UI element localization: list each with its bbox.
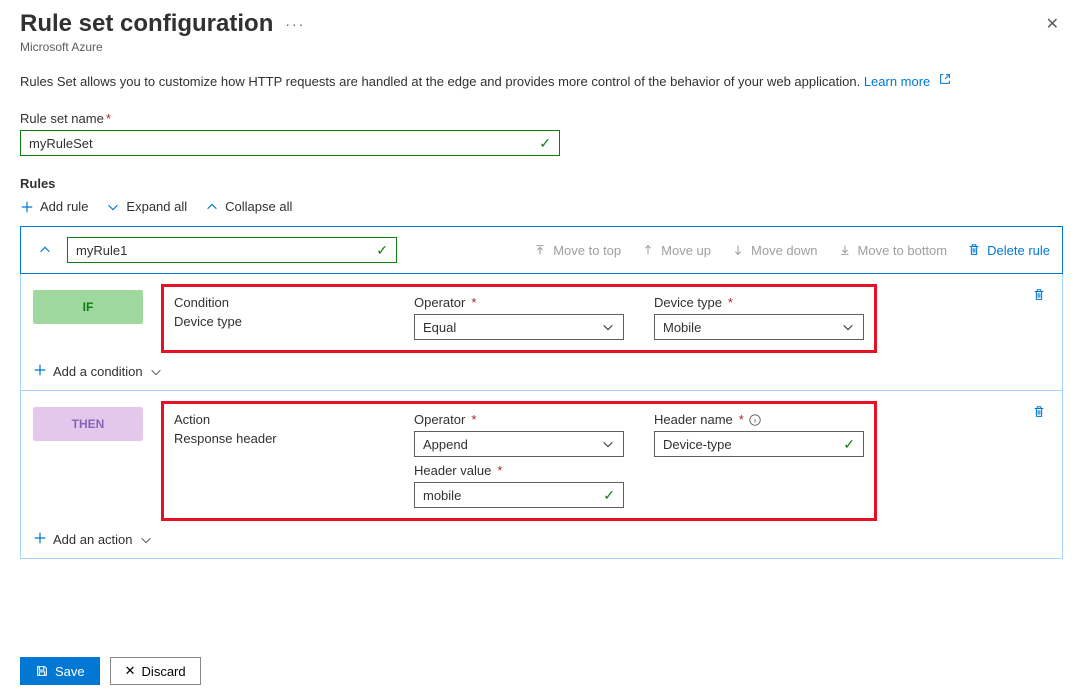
- operator-label: Operator*: [414, 295, 624, 310]
- delete-rule-button[interactable]: Delete rule: [967, 243, 1050, 258]
- condition-highlight: Condition Device type Operator* Equal De…: [161, 284, 877, 353]
- footer-buttons: Save ✕ Discard: [20, 657, 201, 685]
- plus-icon: [20, 200, 34, 214]
- discard-button[interactable]: ✕ Discard: [110, 657, 201, 685]
- rules-heading: Rules: [20, 176, 1063, 191]
- rules-toolbar: Add rule Expand all Collapse all: [20, 199, 1063, 214]
- then-operator-label: Operator*: [414, 412, 624, 427]
- rule-card: myRule1 ✓ Move to top Move up Move down …: [20, 226, 1063, 274]
- checkmark-icon: ✓: [843, 436, 855, 453]
- learn-more-link[interactable]: Learn more: [864, 74, 952, 89]
- move-to-top-button[interactable]: Move to top: [533, 243, 621, 258]
- page-subtitle: Microsoft Azure: [20, 40, 305, 54]
- move-down-button[interactable]: Move down: [731, 243, 817, 258]
- header-value-label: Header value*: [414, 463, 624, 478]
- operator-dropdown[interactable]: Equal: [414, 314, 624, 340]
- chevron-down-icon: [106, 200, 120, 214]
- header-name-label: Header name*: [654, 412, 864, 427]
- move-to-bottom-button[interactable]: Move to bottom: [838, 243, 948, 258]
- then-badge: THEN: [33, 407, 143, 441]
- collapse-all-button[interactable]: Collapse all: [205, 199, 292, 214]
- checkmark-icon: ✓: [539, 135, 551, 152]
- header-value-input[interactable]: mobile ✓: [414, 482, 624, 508]
- action-label: Action: [174, 412, 384, 427]
- collapse-rule-icon[interactable]: [33, 243, 57, 257]
- device-type-label: Device type*: [654, 295, 864, 310]
- add-condition-button[interactable]: Add a condition: [33, 363, 1050, 380]
- checkmark-icon: ✓: [603, 487, 615, 504]
- rule-set-name-label: Rule set name*: [20, 111, 1063, 126]
- then-operator-dropdown[interactable]: Append: [414, 431, 624, 457]
- move-up-button[interactable]: Move up: [641, 243, 711, 258]
- action-value: Response header: [174, 431, 384, 446]
- page-title: Rule set configuration: [20, 10, 273, 38]
- plus-icon: [33, 531, 47, 548]
- checkmark-icon: ✓: [376, 242, 388, 259]
- delete-condition-icon[interactable]: [1028, 284, 1050, 306]
- description: Rules Set allows you to customize how HT…: [20, 72, 1063, 89]
- condition-label: Condition: [174, 295, 384, 310]
- page-header: Rule set configuration ··· Microsoft Azu…: [20, 10, 1063, 54]
- device-type-dropdown[interactable]: Mobile: [654, 314, 864, 340]
- action-highlight: Action Response header Operator* Append …: [161, 401, 877, 521]
- close-icon: ✕: [125, 663, 136, 679]
- external-link-icon: [938, 72, 952, 89]
- expand-all-button[interactable]: Expand all: [106, 199, 187, 214]
- header-name-input[interactable]: Device-type ✓: [654, 431, 864, 457]
- close-icon[interactable]: ✕: [1042, 10, 1063, 38]
- add-action-button[interactable]: Add an action: [33, 531, 1050, 548]
- plus-icon: [33, 363, 47, 380]
- rule-name-input[interactable]: myRule1 ✓: [67, 237, 397, 263]
- info-icon[interactable]: [748, 413, 762, 427]
- then-block: THEN Action Response header Operator* Ap…: [20, 391, 1063, 559]
- if-block: IF Condition Device type Operator* Equal…: [20, 274, 1063, 391]
- save-button[interactable]: Save: [20, 657, 100, 685]
- chevron-up-icon: [205, 200, 219, 214]
- condition-value: Device type: [174, 314, 384, 329]
- if-badge: IF: [33, 290, 143, 324]
- delete-action-icon[interactable]: [1028, 401, 1050, 423]
- rule-set-name-input[interactable]: myRuleSet ✓: [20, 130, 560, 156]
- add-rule-button[interactable]: Add rule: [20, 199, 88, 214]
- more-options-icon[interactable]: ···: [285, 16, 305, 32]
